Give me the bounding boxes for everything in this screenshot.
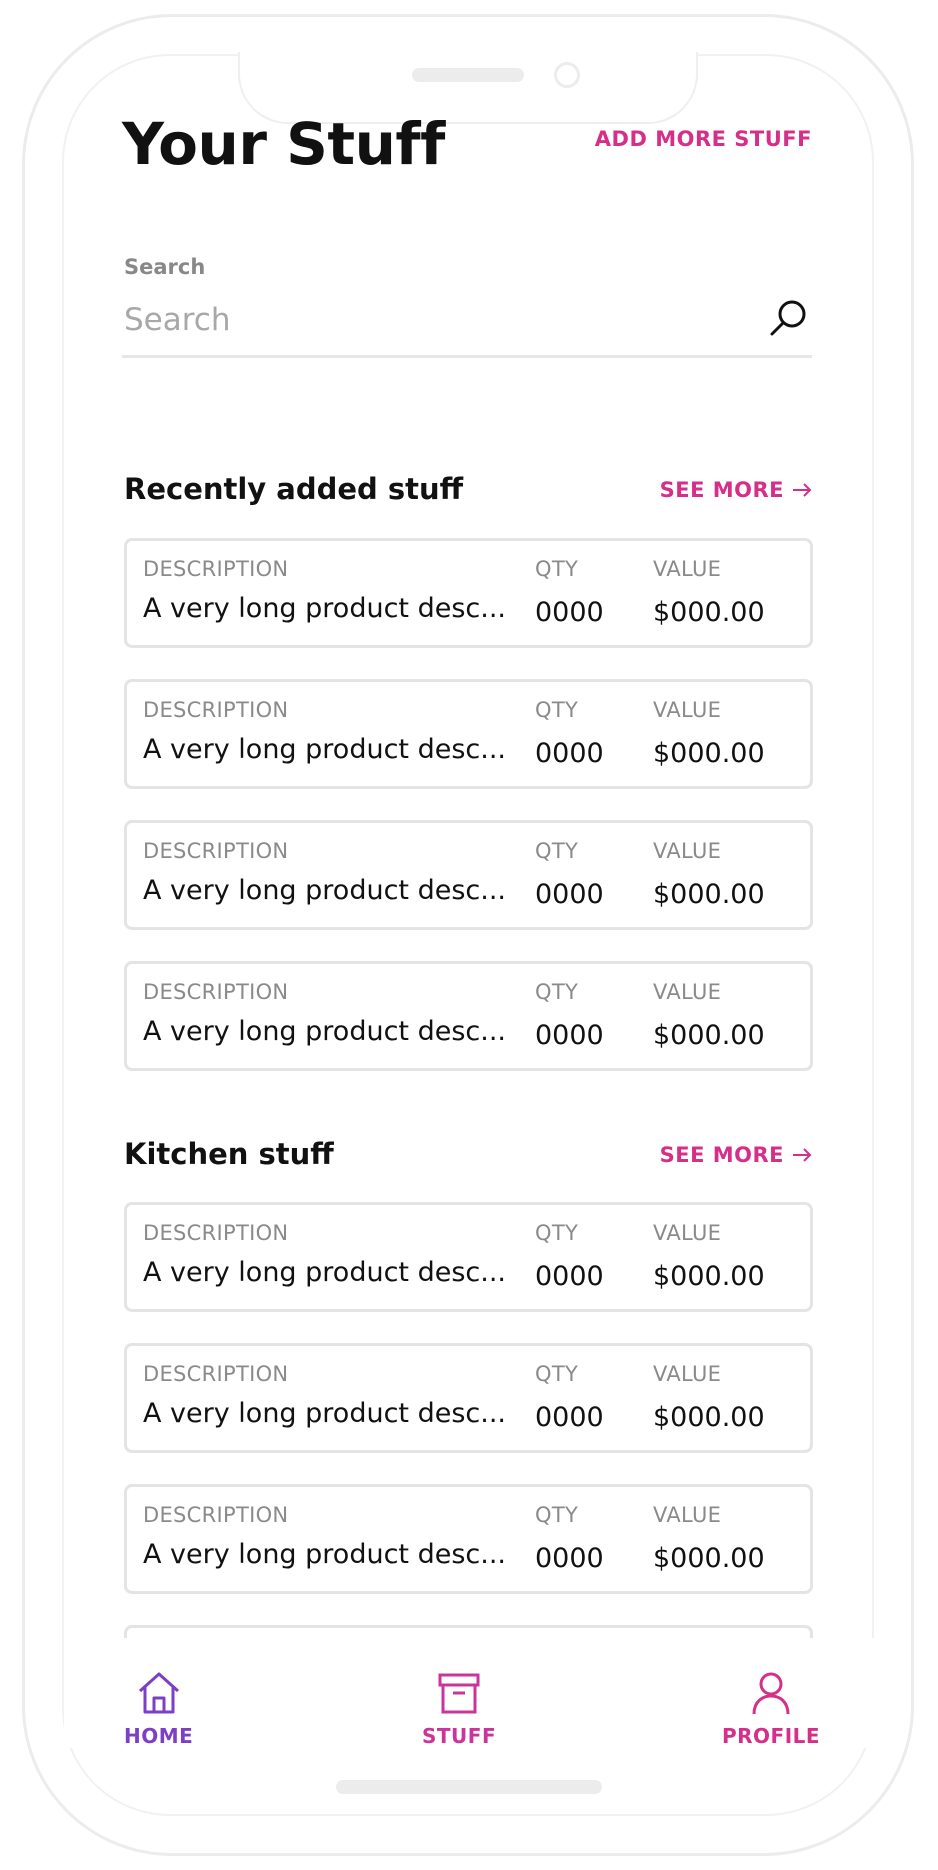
description-label: DESCRIPTION bbox=[143, 557, 289, 581]
item-description: A very long product desc... bbox=[143, 1016, 506, 1047]
see-more-label: SEE MORE bbox=[659, 478, 784, 502]
qty-label: QTY bbox=[535, 557, 579, 581]
value-label: VALUE bbox=[653, 980, 722, 1004]
see-more-recent-link[interactable]: SEE MORE bbox=[660, 478, 812, 502]
description-label: DESCRIPTION bbox=[143, 980, 289, 1004]
item-description: A very long product desc... bbox=[143, 593, 506, 624]
item-description: A very long product desc... bbox=[143, 1257, 506, 1288]
item-description: A very long product desc... bbox=[143, 875, 506, 906]
value-label: VALUE bbox=[653, 557, 722, 581]
item-card[interactable]: DESCRIPTION QTY VALUE A very long produc… bbox=[124, 820, 813, 930]
value-label: VALUE bbox=[653, 1362, 722, 1386]
qty-label: QTY bbox=[535, 980, 579, 1004]
item-description: A very long product desc... bbox=[143, 734, 506, 765]
item-qty: 0000 bbox=[535, 1402, 604, 1433]
qty-label: QTY bbox=[535, 1503, 579, 1527]
item-card[interactable]: DESCRIPTION QTY VALUE A very long produc… bbox=[124, 1202, 813, 1312]
value-label: VALUE bbox=[653, 1503, 722, 1527]
arrow-right-icon bbox=[793, 1148, 812, 1162]
nav-stuff-label: STUFF bbox=[422, 1724, 497, 1748]
item-description: A very long product desc... bbox=[143, 1398, 506, 1429]
search-input[interactable] bbox=[124, 294, 724, 346]
see-more-kitchen-link[interactable]: SEE MORE bbox=[660, 1143, 812, 1167]
nav-profile-label: PROFILE bbox=[722, 1724, 821, 1748]
description-label: DESCRIPTION bbox=[143, 839, 289, 863]
home-icon bbox=[138, 1672, 179, 1714]
item-value: $000.00 bbox=[653, 1020, 765, 1051]
home-indicator bbox=[336, 1780, 602, 1794]
user-icon bbox=[752, 1672, 790, 1715]
qty-label: QTY bbox=[535, 698, 579, 722]
front-camera bbox=[554, 62, 580, 88]
item-qty: 0000 bbox=[535, 597, 604, 628]
item-card[interactable]: DESCRIPTION QTY VALUE A very long produc… bbox=[124, 1343, 813, 1453]
nav-stuff[interactable]: STUFF bbox=[422, 1668, 496, 1748]
search-icon[interactable] bbox=[766, 296, 810, 340]
item-value: $000.00 bbox=[653, 738, 765, 769]
section-title-kitchen: Kitchen stuff bbox=[124, 1137, 334, 1171]
item-qty: 0000 bbox=[535, 1543, 604, 1574]
item-qty: 0000 bbox=[535, 1020, 604, 1051]
nav-profile[interactable]: PROFILE bbox=[722, 1668, 820, 1748]
item-card[interactable]: DESCRIPTION QTY VALUE A very long produc… bbox=[124, 1484, 813, 1594]
qty-label: QTY bbox=[535, 839, 579, 863]
value-label: VALUE bbox=[653, 698, 722, 722]
page-title: Your Stuff bbox=[122, 110, 445, 178]
item-qty: 0000 bbox=[535, 738, 604, 769]
item-value: $000.00 bbox=[653, 1543, 765, 1574]
description-label: DESCRIPTION bbox=[143, 1362, 289, 1386]
add-more-stuff-button[interactable]: ADD MORE STUFF bbox=[595, 127, 812, 151]
item-card[interactable]: DESCRIPTION QTY VALUE A very long produc… bbox=[124, 961, 813, 1071]
description-label: DESCRIPTION bbox=[143, 698, 289, 722]
description-label: DESCRIPTION bbox=[143, 1221, 289, 1245]
section-title-recent: Recently added stuff bbox=[124, 472, 464, 506]
item-qty: 0000 bbox=[535, 879, 604, 910]
arrow-right-icon bbox=[793, 483, 812, 497]
archive-box-icon bbox=[438, 1673, 480, 1714]
item-value: $000.00 bbox=[653, 597, 765, 628]
speaker-grille bbox=[412, 68, 524, 82]
description-label: DESCRIPTION bbox=[143, 1503, 289, 1527]
item-value: $000.00 bbox=[653, 1261, 765, 1292]
item-card[interactable]: DESCRIPTION QTY VALUE A very long produc… bbox=[124, 679, 813, 789]
see-more-label: SEE MORE bbox=[659, 1143, 784, 1167]
bottom-nav: HOME STUFF PROFILE bbox=[64, 1638, 874, 1748]
qty-label: QTY bbox=[535, 1362, 579, 1386]
search-field bbox=[122, 290, 812, 358]
qty-label: QTY bbox=[535, 1221, 579, 1245]
value-label: VALUE bbox=[653, 839, 722, 863]
item-description: A very long product desc... bbox=[143, 1539, 506, 1570]
item-value: $000.00 bbox=[653, 879, 765, 910]
nav-home-label: HOME bbox=[124, 1724, 194, 1748]
item-value: $000.00 bbox=[653, 1402, 765, 1433]
nav-home[interactable]: HOME bbox=[124, 1668, 193, 1748]
search-label: Search bbox=[124, 255, 206, 279]
item-qty: 0000 bbox=[535, 1261, 604, 1292]
value-label: VALUE bbox=[653, 1221, 722, 1245]
item-card[interactable]: DESCRIPTION QTY VALUE A very long produc… bbox=[124, 538, 813, 648]
